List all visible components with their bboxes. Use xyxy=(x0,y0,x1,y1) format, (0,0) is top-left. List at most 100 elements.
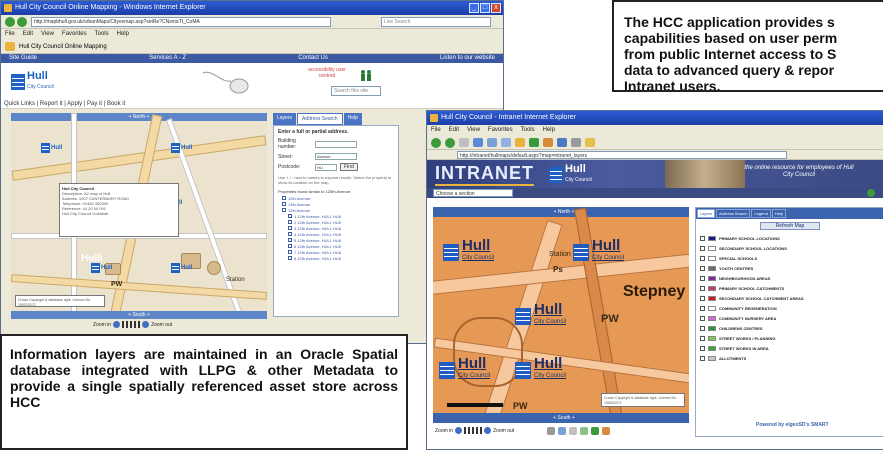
go-icon[interactable] xyxy=(867,189,875,197)
map-north-bar[interactable]: + North + xyxy=(11,113,267,121)
forward-icon[interactable] xyxy=(17,17,27,27)
layer-row[interactable]: COMMUNITY NURSERY AREA xyxy=(696,313,883,323)
layer-row[interactable]: NEIGHBOURHOOD AREAS xyxy=(696,273,883,283)
layer-checkbox[interactable] xyxy=(700,305,705,311)
pan-tool-icon[interactable] xyxy=(547,427,555,435)
measure-tool-icon[interactable] xyxy=(569,427,577,435)
info-tool-icon[interactable] xyxy=(602,427,610,435)
maximize-button[interactable]: □ xyxy=(480,3,490,13)
print-icon[interactable] xyxy=(571,138,581,147)
layer-checkbox[interactable] xyxy=(700,345,705,351)
council-pin[interactable]: Hull xyxy=(171,143,192,153)
map-south-bar[interactable]: + South + xyxy=(11,311,267,319)
layer-checkbox[interactable] xyxy=(700,235,705,241)
menu-help[interactable]: Help xyxy=(543,125,555,136)
address-input[interactable]: http://mapbhull.gov.uk/urbanMaps/Cityexm… xyxy=(31,17,331,27)
browser-tab[interactable]: Hull City Council Online Mapping xyxy=(19,44,107,50)
layer-checkbox[interactable] xyxy=(700,285,705,291)
menu-edit[interactable]: Edit xyxy=(449,125,459,136)
tree-item[interactable]: 8 12th Avenue, HULL HU6 xyxy=(288,256,398,262)
layer-row[interactable]: PRIMARY SCHOOL CATCHMENTS xyxy=(696,283,883,293)
search-input[interactable]: Live Search xyxy=(381,17,491,27)
tab-help[interactable]: Help xyxy=(771,209,787,218)
refresh-tool-icon[interactable] xyxy=(591,427,599,435)
layer-checkbox[interactable] xyxy=(700,275,705,281)
layer-checkbox[interactable] xyxy=(700,315,705,321)
zoom-out-icon[interactable] xyxy=(484,427,492,434)
layer-checkbox[interactable] xyxy=(700,265,705,271)
council-pin[interactable]: Hull City Council xyxy=(439,356,490,383)
nav-services[interactable]: Services A - Z xyxy=(149,54,186,63)
layer-row[interactable]: COMMUNITY REGENERATION xyxy=(696,303,883,313)
menu-help[interactable]: Help xyxy=(117,29,129,40)
intranet-map[interactable]: + North + Hull City Council Hull City Coun… xyxy=(433,207,689,423)
council-pin[interactable]: Hull xyxy=(41,143,62,153)
refresh-map-button[interactable]: Refresh Map xyxy=(760,222,820,230)
favorites-star-icon[interactable] xyxy=(5,42,15,51)
layer-checkbox[interactable] xyxy=(700,245,705,251)
history-icon[interactable] xyxy=(543,138,553,147)
tab-legend[interactable]: Legend xyxy=(751,209,771,218)
zoom-out-icon[interactable] xyxy=(142,321,150,328)
zoom-in-icon[interactable] xyxy=(455,427,463,434)
layer-row[interactable]: SECONDARY SCHOOL LOCATIONS xyxy=(696,243,883,253)
street-input[interactable]: Avenue xyxy=(315,153,357,160)
layer-checkbox[interactable] xyxy=(700,325,705,331)
minimize-button[interactable]: _ xyxy=(469,3,479,13)
refresh-icon[interactable] xyxy=(473,138,483,147)
council-pin[interactable]: Hull xyxy=(171,263,192,273)
nav-site-guide[interactable]: Site Guide xyxy=(9,54,37,63)
menu-tools[interactable]: Tools xyxy=(521,125,535,136)
select-tool-icon[interactable] xyxy=(558,427,566,435)
layer-row[interactable]: SECONDARY SCHOOL CATCHMENT AREAS xyxy=(696,293,883,303)
menu-tools[interactable]: Tools xyxy=(95,29,109,40)
tab-address-search[interactable]: Address Search xyxy=(297,113,343,125)
council-pin[interactable]: Hull City Council xyxy=(515,356,566,383)
tab-layers[interactable]: Layers xyxy=(697,209,716,218)
tab-address-search[interactable]: Address Search xyxy=(716,209,751,218)
map-south-bar[interactable]: + South + xyxy=(433,413,689,423)
favorites-star-icon[interactable] xyxy=(515,138,525,147)
tab-layers[interactable]: Layers xyxy=(273,113,297,125)
layer-checkbox[interactable] xyxy=(700,295,705,301)
menu-view[interactable]: View xyxy=(41,29,54,40)
hull-logo[interactable]: Hull City Council xyxy=(11,71,54,93)
zoom-in-icon[interactable] xyxy=(113,321,121,328)
layer-checkbox[interactable] xyxy=(700,255,705,261)
layer-row[interactable]: SPECIAL SCHOOLS xyxy=(696,253,883,263)
section-select[interactable]: Choose a section xyxy=(433,189,513,197)
home-icon[interactable] xyxy=(487,138,497,147)
menu-view[interactable]: View xyxy=(467,125,480,136)
stop-icon[interactable] xyxy=(459,138,469,147)
print-tool-icon[interactable] xyxy=(580,427,588,435)
council-pin[interactable]: Hull xyxy=(91,263,112,273)
building-number-input[interactable] xyxy=(315,140,357,148)
nav-listen[interactable]: Listen to our website xyxy=(440,54,495,63)
menu-file[interactable]: File xyxy=(431,125,441,136)
find-button[interactable]: Find xyxy=(340,163,358,171)
menu-edit[interactable]: Edit xyxy=(23,29,33,40)
hull-logo[interactable]: Hull City Council xyxy=(549,164,592,186)
menu-favorites[interactable]: Favorites xyxy=(488,125,513,136)
layer-row[interactable]: STREET WORKS / PLANNING xyxy=(696,333,883,343)
postcode-input[interactable]: HU xyxy=(315,163,337,171)
layer-row[interactable]: YOUTH CENTRES xyxy=(696,263,883,273)
forward-icon[interactable] xyxy=(445,137,455,148)
council-pin[interactable]: Hull City Council xyxy=(573,238,624,265)
layer-checkbox[interactable] xyxy=(700,355,705,361)
address-input[interactable]: http://intranet/hullmaps/default.aspx?ma… xyxy=(457,151,787,159)
layer-row[interactable]: CHILDRENS CENTRES xyxy=(696,323,883,333)
quick-links[interactable]: Quick Links | Report it | Apply | Pay it… xyxy=(1,99,503,109)
menu-file[interactable]: File xyxy=(5,29,15,40)
council-pin[interactable]: Hull City Council xyxy=(515,302,566,329)
folder-icon[interactable] xyxy=(585,138,595,147)
public-map[interactable]: + North + Hull Hull Hull Hull Hull Hull … xyxy=(11,113,267,319)
layer-row[interactable]: PRIMARY SCHOOL LOCATIONS xyxy=(696,233,883,243)
back-icon[interactable] xyxy=(5,17,15,27)
nav-contact[interactable]: Contact Us xyxy=(298,54,328,63)
search-icon[interactable] xyxy=(501,138,511,147)
layer-row[interactable]: STREET WORKS IN AREA xyxy=(696,343,883,353)
close-button[interactable]: x xyxy=(491,3,501,13)
back-icon[interactable] xyxy=(431,137,441,148)
layer-checkbox[interactable] xyxy=(700,335,705,341)
